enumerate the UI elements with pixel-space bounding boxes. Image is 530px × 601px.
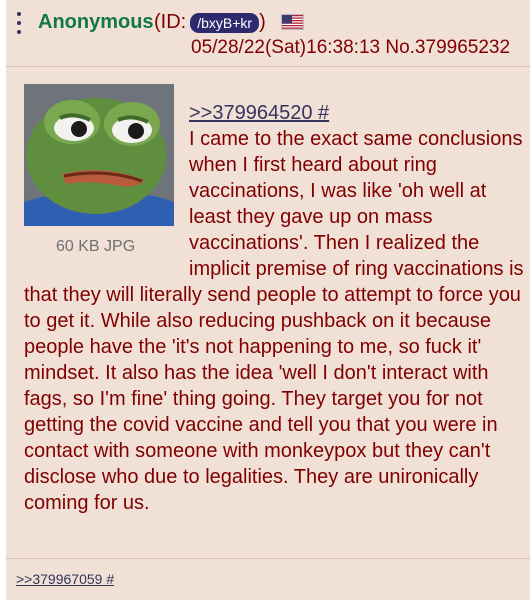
id-badge[interactable]: /bxyB+kr <box>190 12 260 33</box>
post-body: >>379964520 # I came to the exact same c… <box>24 100 524 516</box>
post-menu-icon[interactable] <box>16 12 22 34</box>
id-prefix: (ID: <box>154 11 187 33</box>
reply-backlink[interactable]: >>379967059 # <box>16 571 114 587</box>
poster-id: (ID: /bxyB+kr ) <box>154 11 266 34</box>
post-datetime-number: 05/28/22(Sat)16:38:13 No.379965232 <box>191 37 511 58</box>
us-flag-icon <box>281 14 304 30</box>
id-suffix: ) <box>259 11 266 33</box>
post-container: Anonymous (ID: /bxyB+kr ) 05/28/22(Sat)1… <box>6 0 530 600</box>
post-header: Anonymous (ID: /bxyB+kr ) 05/28/22(Sat)1… <box>6 0 530 67</box>
poster-name: Anonymous <box>38 11 154 33</box>
post-footer: >>379967059 # <box>6 558 530 601</box>
